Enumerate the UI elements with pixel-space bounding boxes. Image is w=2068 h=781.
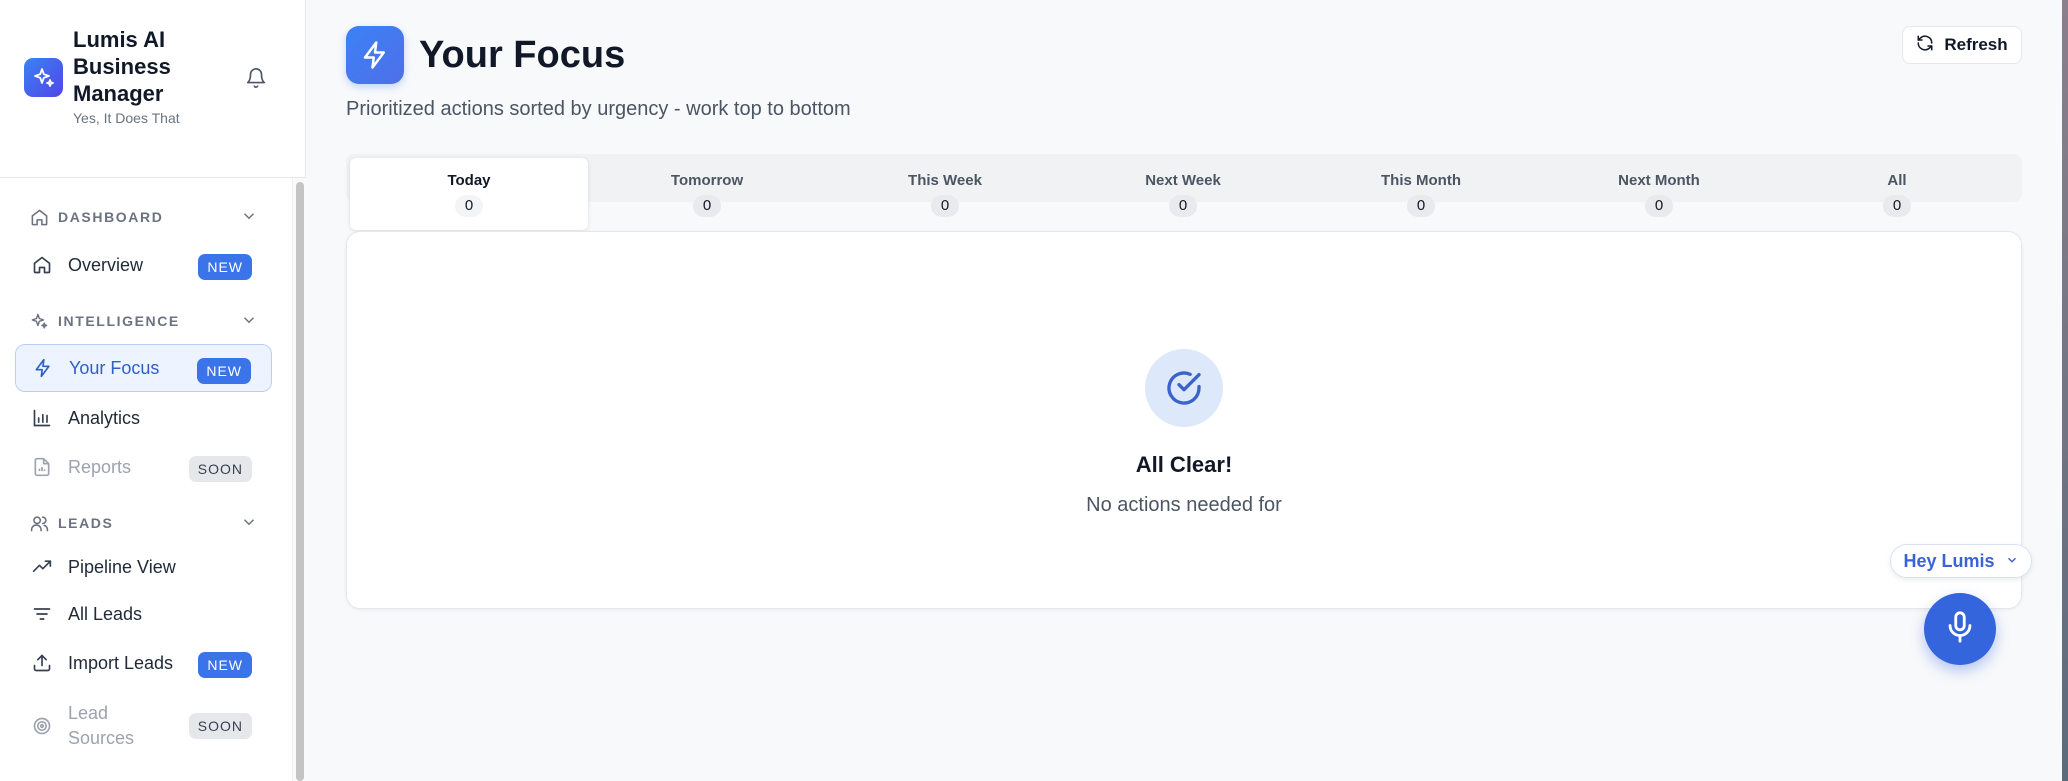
refresh-label: Refresh — [1944, 35, 2008, 54]
sidebar-item-pipeline-view[interactable]: Pipeline View — [15, 543, 272, 591]
chevron-down-icon — [2005, 551, 2019, 572]
lightning-bolt-icon — [346, 26, 404, 84]
new-badge: NEW — [198, 652, 252, 678]
upload-icon — [31, 652, 53, 674]
page-subtitle: Prioritized actions sorted by urgency - … — [346, 98, 851, 120]
sidebar-item-overview[interactable]: Overview NEW — [15, 241, 272, 289]
tab-next-week[interactable]: Next Week 0 — [1064, 158, 1302, 230]
sidebar-scrollbar[interactable] — [292, 178, 306, 781]
lightning-bolt-icon — [32, 357, 54, 379]
tab-today[interactable]: Today 0 — [350, 158, 588, 230]
home-icon — [28, 206, 50, 228]
soon-badge: SOON — [188, 456, 252, 482]
tab-all[interactable]: All 0 — [1778, 158, 2016, 230]
hey-lumis-label: Hey Lumis — [1903, 550, 1995, 571]
tab-tomorrow[interactable]: Tomorrow 0 — [588, 158, 826, 230]
tab-label: Next Month — [1618, 172, 1700, 189]
empty-state-title: All Clear! — [1135, 452, 1233, 477]
empty-state-panel: All Clear! No actions needed for — [346, 231, 2022, 609]
refresh-icon — [1916, 34, 1934, 57]
users-icon — [28, 512, 50, 534]
sidebar-item-lead-sources[interactable]: Lead Sources SOON — [15, 692, 272, 760]
chevron-down-icon — [240, 311, 258, 334]
tab-next-month[interactable]: Next Month 0 — [1540, 158, 1778, 230]
bar-chart-icon — [31, 407, 53, 429]
sidebar-item-label: Pipeline View — [68, 556, 176, 577]
sidebar: Lumis AI Business Manager Yes, It Does T… — [0, 0, 306, 781]
filter-lines-icon — [31, 603, 53, 625]
sparkles-icon — [28, 310, 50, 332]
target-icon — [31, 715, 53, 737]
section-label: INTELLIGENCE — [58, 313, 180, 329]
check-circle-icon — [1145, 349, 1223, 427]
tab-this-week[interactable]: This Week 0 — [826, 158, 1064, 230]
new-badge: NEW — [197, 358, 251, 384]
brand-name: Lumis AI Business Manager — [73, 27, 171, 106]
main-content: Your Focus Prioritized actions sorted by… — [306, 0, 2068, 781]
notifications-bell-icon[interactable] — [242, 64, 270, 92]
hey-lumis-button[interactable]: Hey Lumis — [1890, 544, 2032, 578]
chevron-down-icon — [240, 207, 258, 230]
sidebar-item-label: Import Leads — [68, 652, 174, 673]
section-leads[interactable]: LEADS — [28, 511, 258, 535]
tab-count: 0 — [455, 195, 483, 217]
time-filter-tabs: Today 0 Tomorrow 0 This Week 0 Next Week… — [346, 154, 2022, 230]
sidebar-item-label: All Leads — [68, 603, 143, 624]
tab-count: 0 — [1407, 195, 1435, 217]
sidebar-item-label: Your Focus — [69, 357, 160, 378]
soon-badge: SOON — [188, 713, 252, 739]
tab-label: All — [1887, 172, 1907, 189]
refresh-button[interactable]: Refresh — [1902, 26, 2022, 64]
scrollbar-thumb[interactable] — [296, 182, 304, 781]
sidebar-item-reports[interactable]: Reports SOON — [15, 443, 272, 491]
tab-label: This Month — [1381, 172, 1461, 189]
sidebar-item-all-leads[interactable]: All Leads — [15, 590, 272, 638]
tab-count: 0 — [1883, 195, 1911, 217]
brand-header: Lumis AI Business Manager Yes, It Does T… — [0, 0, 305, 178]
chevron-down-icon — [240, 513, 258, 536]
tab-count: 0 — [931, 195, 959, 217]
new-badge: NEW — [198, 254, 252, 280]
window-edge — [2062, 0, 2068, 781]
tab-count: 0 — [1169, 195, 1197, 217]
tab-count: 0 — [1645, 195, 1673, 217]
trending-up-icon — [31, 556, 53, 578]
section-dashboard[interactable]: DASHBOARD — [28, 205, 258, 229]
tab-label: Today — [447, 172, 491, 189]
page-title: Your Focus — [419, 34, 626, 76]
sidebar-item-label: Lead Sources — [68, 703, 135, 748]
sidebar-item-label: Reports — [68, 456, 132, 477]
sidebar-item-import-leads[interactable]: Import Leads NEW — [15, 639, 272, 687]
tab-label: Tomorrow — [670, 172, 744, 189]
section-label: LEADS — [58, 515, 114, 531]
section-intelligence[interactable]: INTELLIGENCE — [28, 309, 258, 333]
microphone-icon — [1943, 610, 1977, 649]
tab-this-month[interactable]: This Month 0 — [1302, 158, 1540, 230]
empty-state-message: No actions needed for — [1086, 494, 1282, 516]
file-chart-icon — [31, 456, 53, 478]
sidebar-item-label: Analytics — [68, 407, 141, 428]
sidebar-item-your-focus[interactable]: Your Focus NEW — [15, 344, 272, 392]
sidebar-item-label: Overview — [68, 254, 144, 275]
home-icon — [31, 254, 53, 276]
section-label: DASHBOARD — [58, 209, 164, 225]
tab-label: Next Week — [1145, 172, 1221, 189]
sparkles-logo-icon — [24, 58, 63, 97]
tab-count: 0 — [693, 195, 721, 217]
microphone-button[interactable] — [1924, 593, 1996, 665]
tab-label: This Week — [908, 172, 982, 189]
brand-tagline: Yes, It Does That — [73, 110, 180, 126]
sidebar-item-analytics[interactable]: Analytics — [15, 394, 272, 442]
